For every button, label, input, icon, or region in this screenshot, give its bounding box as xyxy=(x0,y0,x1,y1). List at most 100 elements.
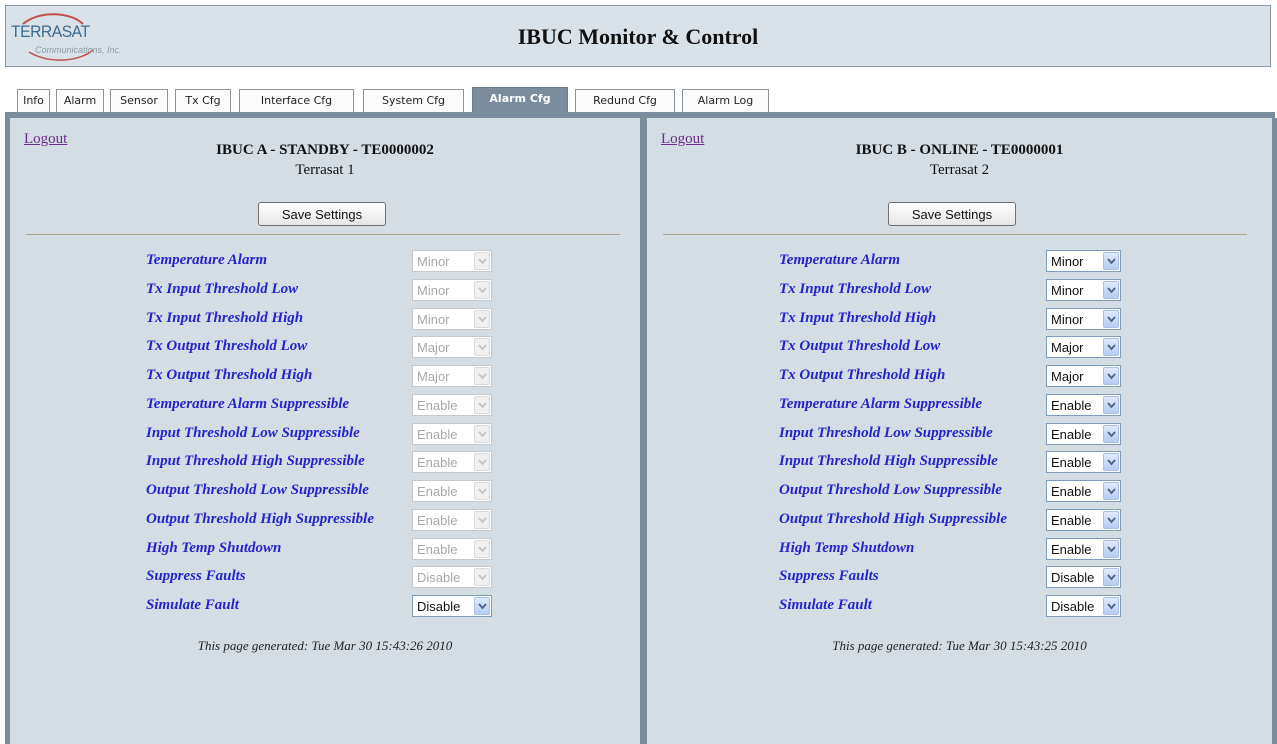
tab-redund-cfg[interactable]: Redund Cfg xyxy=(575,89,675,112)
setting-select[interactable]: Minor xyxy=(412,279,492,301)
setting-select-value: Disable xyxy=(417,599,461,614)
setting-label: Output Threshold High Suppressible xyxy=(779,511,1007,527)
tab-sensor[interactable]: Sensor xyxy=(110,89,168,112)
setting-select[interactable]: Disable xyxy=(412,566,492,588)
setting-label: Input Threshold Low Suppressible xyxy=(146,425,360,441)
ibuc-a-panel: Logout IBUC A - STANDBY - TE0000002 Terr… xyxy=(5,118,645,744)
chevron-down-icon[interactable] xyxy=(1103,453,1119,471)
chevron-down-icon[interactable] xyxy=(474,425,490,443)
setting-select[interactable]: Major xyxy=(1046,336,1121,358)
setting-select[interactable]: Minor xyxy=(1046,250,1121,272)
setting-label: Input Threshold High Suppressible xyxy=(146,453,365,469)
chevron-down-icon[interactable] xyxy=(1103,568,1119,586)
chevron-down-icon[interactable] xyxy=(1103,482,1119,500)
chevron-down-icon[interactable] xyxy=(474,367,490,385)
chevron-down-icon[interactable] xyxy=(474,540,490,558)
unit-name: Terrasat 2 xyxy=(929,162,990,178)
chevron-down-icon[interactable] xyxy=(1103,310,1119,328)
setting-select-value: Disable xyxy=(1051,570,1095,585)
setting-label: Tx Output Threshold Low xyxy=(779,338,941,354)
setting-label: High Temp Shutdown xyxy=(779,540,915,556)
chevron-down-icon[interactable] xyxy=(1103,367,1119,385)
tab-system-cfg[interactable]: System Cfg xyxy=(363,89,464,112)
setting-select-value: Major xyxy=(1051,340,1084,355)
setting-select[interactable]: Enable xyxy=(412,480,492,502)
setting-select[interactable]: Disable xyxy=(1046,566,1121,588)
chevron-down-icon[interactable] xyxy=(474,597,490,615)
unit-title: IBUC A - STANDBY - TE0000002 xyxy=(216,142,434,158)
generated-timestamp: This page generated: Tue Mar 30 15:43:26… xyxy=(197,638,453,653)
chevron-down-icon[interactable] xyxy=(474,281,490,299)
setting-label: Temperature Alarm xyxy=(146,252,267,268)
chevron-down-icon[interactable] xyxy=(474,338,490,356)
setting-select-value: Enable xyxy=(417,484,458,499)
setting-select[interactable]: Minor xyxy=(1046,279,1121,301)
setting-select[interactable]: Enable xyxy=(1046,423,1121,445)
setting-select[interactable]: Enable xyxy=(1046,509,1121,531)
save-settings-button[interactable]: Save Settings xyxy=(888,202,1016,226)
setting-label: Tx Input Threshold High xyxy=(779,310,937,326)
setting-select[interactable]: Enable xyxy=(412,538,492,560)
setting-select[interactable]: Enable xyxy=(1046,538,1121,560)
setting-select[interactable]: Major xyxy=(412,336,492,358)
setting-select[interactable]: Major xyxy=(412,365,492,387)
tab-alarm-cfg[interactable]: Alarm Cfg xyxy=(472,87,568,112)
setting-select[interactable]: Minor xyxy=(1046,308,1121,330)
setting-select-value: Enable xyxy=(1051,484,1092,499)
tab-interface-cfg[interactable]: Interface Cfg xyxy=(239,89,354,112)
setting-label: Input Threshold Low Suppressible xyxy=(779,425,993,441)
setting-label: Temperature Alarm Suppressible xyxy=(146,396,350,412)
setting-select-value: Minor xyxy=(1051,254,1084,269)
chevron-down-icon[interactable] xyxy=(474,310,490,328)
setting-select[interactable]: Minor xyxy=(412,308,492,330)
setting-label: Tx Output Threshold High xyxy=(146,367,313,383)
setting-select[interactable]: Disable xyxy=(412,595,492,617)
chevron-down-icon[interactable] xyxy=(474,482,490,500)
tab-tx-cfg[interactable]: Tx Cfg xyxy=(175,89,231,112)
chevron-down-icon[interactable] xyxy=(1103,540,1119,558)
generated-timestamp: This page generated: Tue Mar 30 15:43:25… xyxy=(832,638,1087,653)
unit-name: Terrasat 1 xyxy=(295,162,355,178)
save-settings-button[interactable]: Save Settings xyxy=(258,202,386,226)
setting-select[interactable]: Enable xyxy=(412,509,492,531)
chevron-down-icon[interactable] xyxy=(474,252,490,270)
setting-select-value: Minor xyxy=(417,312,450,327)
chevron-down-icon[interactable] xyxy=(1103,252,1119,270)
setting-select[interactable]: Enable xyxy=(412,451,492,473)
setting-select[interactable]: Disable xyxy=(1046,595,1121,617)
setting-select-value: Enable xyxy=(417,455,458,470)
chevron-down-icon[interactable] xyxy=(474,453,490,471)
chevron-down-icon[interactable] xyxy=(474,396,490,414)
chevron-down-icon[interactable] xyxy=(1103,511,1119,529)
tab-info[interactable]: Info xyxy=(17,89,50,112)
setting-select[interactable]: Enable xyxy=(1046,451,1121,473)
setting-select-value: Minor xyxy=(417,283,450,298)
chevron-down-icon[interactable] xyxy=(1103,338,1119,356)
setting-label: Suppress Faults xyxy=(146,568,246,584)
setting-label: Temperature Alarm xyxy=(779,252,900,268)
setting-select-value: Minor xyxy=(417,254,450,269)
setting-label: Temperature Alarm Suppressible xyxy=(779,396,983,412)
chevron-down-icon[interactable] xyxy=(1103,396,1119,414)
tab-alarm-log[interactable]: Alarm Log xyxy=(682,89,769,112)
page-title: IBUC Monitor & Control xyxy=(517,24,759,49)
setting-select-value: Enable xyxy=(1051,542,1092,557)
chevron-down-icon[interactable] xyxy=(1103,281,1119,299)
setting-select-value: Enable xyxy=(1051,398,1092,413)
tab-alarm[interactable]: Alarm xyxy=(56,89,104,112)
chevron-down-icon[interactable] xyxy=(474,568,490,586)
setting-select-value: Major xyxy=(417,340,450,355)
setting-select-value: Enable xyxy=(1051,455,1092,470)
chevron-down-icon[interactable] xyxy=(1103,425,1119,443)
setting-select[interactable]: Enable xyxy=(412,394,492,416)
setting-label: Tx Output Threshold High xyxy=(779,367,946,383)
setting-select[interactable]: Enable xyxy=(1046,394,1121,416)
chevron-down-icon[interactable] xyxy=(1103,597,1119,615)
setting-select[interactable]: Minor xyxy=(412,250,492,272)
chevron-down-icon[interactable] xyxy=(474,511,490,529)
setting-select[interactable]: Major xyxy=(1046,365,1121,387)
setting-label: Output Threshold Low Suppressible xyxy=(779,482,1002,498)
setting-select-value: Enable xyxy=(417,513,458,528)
setting-select[interactable]: Enable xyxy=(1046,480,1121,502)
setting-select[interactable]: Enable xyxy=(412,423,492,445)
